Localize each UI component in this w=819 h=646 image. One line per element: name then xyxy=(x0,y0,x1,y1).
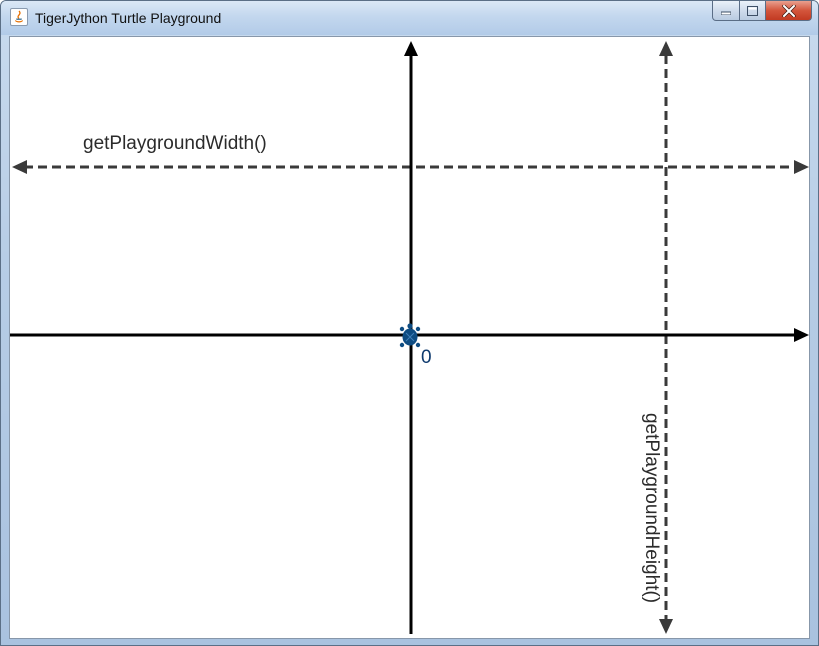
minimize-button[interactable] xyxy=(712,1,740,21)
playground-canvas[interactable]: getPlaygroundWidth() getPlaygroundHeight… xyxy=(9,36,810,639)
playground-height-label: getPlaygroundHeight() xyxy=(641,413,662,604)
window-title: TigerJython Turtle Playground xyxy=(35,10,222,26)
origin-label: 0 xyxy=(421,347,432,368)
title-bar[interactable]: TigerJython Turtle Playground xyxy=(1,1,818,35)
playground-drawing xyxy=(10,41,809,634)
minimize-icon xyxy=(721,11,731,15)
app-window: TigerJython Turtle Playground getPlaygro… xyxy=(0,0,819,646)
maximize-button[interactable] xyxy=(740,1,766,21)
close-button[interactable] xyxy=(766,1,812,21)
window-controls xyxy=(712,1,812,23)
close-icon xyxy=(781,4,796,17)
maximize-icon xyxy=(747,5,758,16)
java-icon[interactable] xyxy=(10,8,28,26)
turtle-icon[interactable] xyxy=(399,323,421,348)
playground-width-label: getPlaygroundWidth() xyxy=(83,133,267,154)
